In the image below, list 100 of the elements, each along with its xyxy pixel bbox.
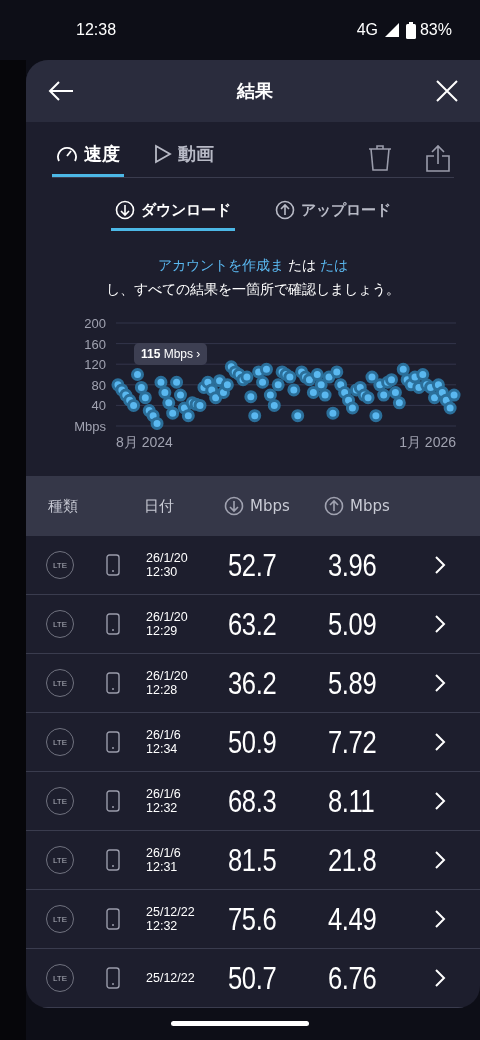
download-speed: 81.5 <box>228 841 278 879</box>
data-point <box>248 409 262 423</box>
column-header: Mbps <box>250 497 290 515</box>
phone-icon <box>106 731 120 753</box>
data-point <box>443 401 457 415</box>
data-point <box>361 391 375 405</box>
phone-icon <box>106 554 120 576</box>
phone-icon <box>106 672 120 694</box>
test-date: 26/1/6 12:31 <box>146 846 182 874</box>
axis-label: 120 <box>84 357 106 373</box>
chevron-right-icon <box>434 555 446 575</box>
data-point <box>326 406 340 420</box>
result-row[interactable]: LTE 26/1/20 12:29 63.2 5.09 <box>26 595 480 654</box>
data-point <box>291 409 305 423</box>
data-point <box>181 409 195 423</box>
download-speed: 36.2 <box>228 664 278 702</box>
data-point <box>310 368 324 381</box>
data-point <box>158 386 172 400</box>
axis-label: 1月 2026 <box>399 434 456 450</box>
phone-icon <box>106 849 120 871</box>
tab[interactable]: 速度 <box>52 138 124 177</box>
gauge-icon <box>56 144 78 164</box>
upload-speed: 4.49 <box>328 900 378 938</box>
promo-text: アカウントを作成ま たは たは し、すべての結果を一箇所で確認しましょう。 <box>105 256 401 299</box>
data-point <box>134 380 148 394</box>
data-point <box>287 383 301 397</box>
data-point <box>162 396 176 410</box>
download-speed: 68.3 <box>228 782 278 820</box>
data-point <box>154 375 168 389</box>
data-point <box>127 398 141 412</box>
axis-label: 80 <box>91 377 106 393</box>
result-row[interactable]: LTE 25/12/22 50.7 6.76 <box>26 949 480 1008</box>
download-speed: 52.7 <box>228 546 278 584</box>
result-row[interactable]: LTE 26/1/6 12:32 68.3 8.11 <box>26 772 480 831</box>
upload-speed: 6.76 <box>328 959 378 997</box>
data-point <box>220 378 234 392</box>
upload-speed: 3.96 <box>328 546 378 584</box>
data-point <box>150 416 164 430</box>
data-point <box>131 368 144 381</box>
phone-icon <box>106 790 120 812</box>
axis-label: 200 <box>84 317 106 331</box>
chevron-right-icon <box>434 673 446 693</box>
tab[interactable]: 動画 <box>150 138 218 177</box>
data-point <box>166 406 180 420</box>
tab[interactable]: アップロード <box>271 196 395 231</box>
test-date: 26/1/6 12:32 <box>146 787 182 815</box>
data-point <box>271 378 285 392</box>
upload-icon <box>275 200 295 220</box>
data-point <box>244 390 258 404</box>
tab[interactable]: ダウンロード <box>111 196 235 231</box>
test-date: 26/1/20 12:28 <box>146 669 189 697</box>
create-account-link[interactable]: たは <box>320 257 349 273</box>
data-point <box>193 398 207 412</box>
upload-speed: 7.72 <box>328 723 378 761</box>
upload-speed: 8.11 <box>328 782 376 820</box>
value-tooltip[interactable]: 115 Mbps › <box>134 343 208 365</box>
battery-icon <box>405 21 416 39</box>
data-point <box>392 396 406 410</box>
axis-label: 8月 2024 <box>116 434 173 450</box>
data-point <box>318 388 332 402</box>
battery-percent: 83% <box>419 21 452 39</box>
phone-icon <box>106 967 120 989</box>
data-point <box>345 401 359 415</box>
result-row[interactable]: LTE 26/1/6 12:31 81.5 21.8 <box>26 831 480 890</box>
column-header: 日付 <box>144 496 175 516</box>
result-row[interactable]: LTE 26/1/20 12:30 52.7 3.96 <box>26 536 480 595</box>
play-icon <box>154 144 172 164</box>
chevron-right-icon <box>434 791 446 811</box>
result-row[interactable]: LTE 26/1/6 12:34 50.9 7.72 <box>26 713 480 772</box>
data-point <box>174 388 187 402</box>
result-row[interactable]: LTE 26/1/20 12:28 36.2 5.89 <box>26 654 480 713</box>
data-point <box>256 375 270 389</box>
create-account-link[interactable]: アカウントを作成ま <box>157 257 284 273</box>
download-icon <box>224 496 244 516</box>
data-point <box>388 386 402 400</box>
data-point <box>138 391 152 405</box>
upload-speed: 21.8 <box>328 841 378 879</box>
data-point <box>447 388 461 402</box>
chevron-right-icon <box>434 614 446 634</box>
data-point <box>259 362 273 376</box>
result-row[interactable]: LTE 25/12/22 12:32 75.6 4.49 <box>26 890 480 949</box>
download-speed: 50.7 <box>228 959 278 997</box>
upload-speed: 5.89 <box>328 664 378 702</box>
screen-title: 結果 <box>237 79 273 103</box>
data-point <box>267 398 281 412</box>
data-point <box>306 386 320 400</box>
data-point <box>314 378 328 392</box>
test-date: 25/12/22 12:32 <box>146 905 196 933</box>
axis-label: 40 <box>91 398 106 414</box>
download-speed: 63.2 <box>228 605 278 643</box>
data-point <box>365 370 379 384</box>
clock: 12:38 <box>76 21 117 39</box>
data-point <box>263 388 277 402</box>
data-point <box>170 375 184 389</box>
download-icon <box>115 200 135 220</box>
phone-icon <box>106 908 120 930</box>
download-speed: 75.6 <box>228 900 278 938</box>
test-date: 26/1/6 12:34 <box>146 728 182 756</box>
axis-label: Mbps <box>74 419 106 434</box>
data-point <box>330 365 344 379</box>
